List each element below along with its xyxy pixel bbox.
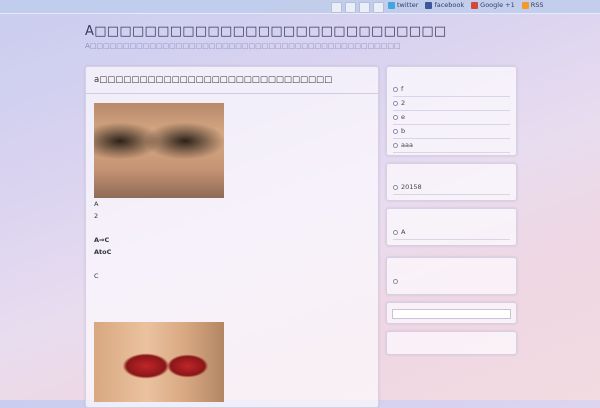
bullet-icon: [393, 143, 398, 148]
sidebar-item[interactable]: e: [393, 111, 510, 125]
site-title[interactable]: A□□□□□□□□□□□□□□□□□□□□□□□□□□□□: [85, 24, 447, 39]
sidebar-widget-list: A: [386, 208, 517, 246]
bullet-icon: [393, 87, 398, 92]
facebook-link[interactable]: facebook: [425, 1, 464, 9]
post-line-4: AtoC: [94, 248, 112, 256]
bullet-icon: [393, 279, 398, 284]
bullet-icon: [393, 185, 398, 190]
post-line-1: A: [94, 200, 99, 208]
mail-icon[interactable]: [359, 2, 370, 13]
bullet-icon: [393, 115, 398, 120]
google-plus-label: Google +1: [480, 1, 515, 9]
sidebar-item-label: e: [401, 113, 405, 121]
twitter-label: twitter: [397, 1, 419, 9]
bullet-icon: [393, 129, 398, 134]
post-line-2: 2: [94, 212, 99, 220]
rss-icon: [521, 1, 529, 9]
sidebar-widget-links: [386, 257, 517, 295]
google-plus-icon: [471, 1, 479, 9]
search-input[interactable]: [392, 309, 511, 319]
sidebar-item-label: A: [401, 228, 406, 236]
sidebar-item[interactable]: aaa: [393, 139, 510, 153]
user-icon[interactable]: [345, 2, 356, 13]
post-body: A 2 A⇒C AtoC C: [86, 94, 378, 402]
sidebar-item-label: aaa: [401, 141, 413, 149]
sidebar-item[interactable]: [393, 275, 510, 288]
post-container: a□□□□□□□□□□□□□□□□□□□□□□□□□□□□□ A 2 A⇒C A…: [85, 66, 379, 408]
social-links: twitter facebook Google +1 RSS: [388, 1, 544, 9]
edit-icon[interactable]: [331, 2, 342, 13]
sidebar-item[interactable]: A: [393, 226, 510, 240]
sidebar-item-label: b: [401, 127, 406, 135]
post-line-3: A⇒C: [94, 236, 110, 244]
sidebar-item[interactable]: b: [393, 125, 510, 139]
post-line-5: C: [94, 272, 99, 280]
sidebar-widget-empty: [386, 331, 517, 355]
sidebar-item[interactable]: 20158: [393, 181, 510, 195]
sidebar-widget-archives: 20158: [386, 163, 517, 201]
sidebar-item-label: 2: [401, 99, 406, 107]
sidebar-widget-categories: f 2 e b aaa: [386, 66, 517, 156]
sidebar-item[interactable]: f: [393, 83, 510, 97]
site-description: A□□□□□□□□□□□□□□□□□□□□□□□□□□□□□□□□□□□□□□□…: [85, 42, 401, 50]
home-icon[interactable]: [373, 2, 384, 13]
sidebar-item-label: f: [401, 85, 404, 93]
sidebar-item[interactable]: 2: [393, 97, 510, 111]
rss-link[interactable]: RSS: [521, 1, 544, 9]
google-plus-link[interactable]: Google +1: [471, 1, 515, 9]
facebook-label: facebook: [434, 1, 465, 9]
post-image-2[interactable]: [94, 322, 224, 402]
facebook-icon: [425, 1, 433, 9]
bullet-icon: [393, 230, 398, 235]
bullet-icon: [393, 101, 398, 106]
sidebar-widget-search: [386, 302, 517, 324]
post-image-1[interactable]: [94, 103, 224, 198]
sidebar-item-label: 20158: [401, 183, 422, 191]
top-bar: twitter facebook Google +1 RSS: [0, 0, 600, 14]
twitter-icon: [388, 1, 395, 9]
post-title[interactable]: a□□□□□□□□□□□□□□□□□□□□□□□□□□□□□: [86, 67, 378, 94]
rss-label: RSS: [530, 1, 544, 9]
twitter-link[interactable]: twitter: [388, 1, 418, 9]
